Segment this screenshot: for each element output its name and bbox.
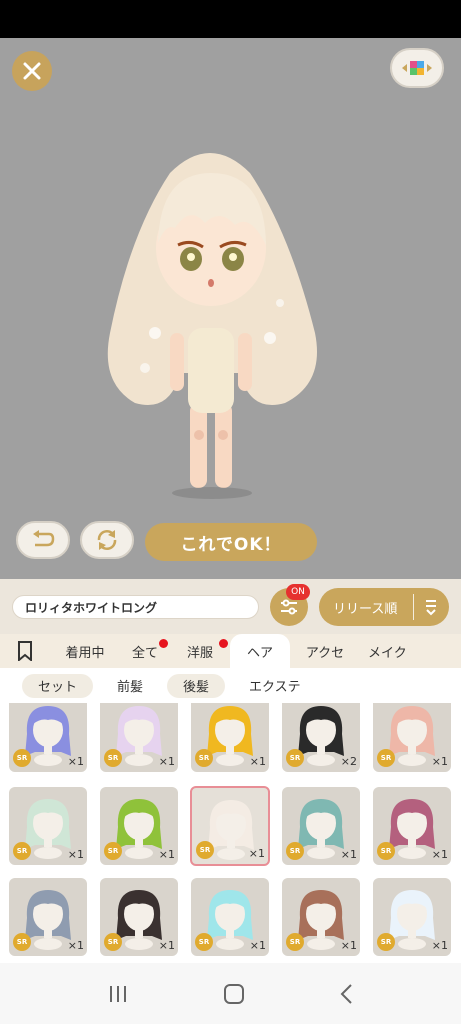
- rarity-badge: SR: [377, 749, 395, 767]
- item-count: ×1: [249, 755, 266, 768]
- subtab-back-hair[interactable]: 後髪: [167, 673, 226, 698]
- rarity-badge: SR: [104, 842, 122, 860]
- item-count: ×2: [340, 755, 357, 768]
- item-count: ×1: [67, 848, 84, 861]
- item-count: ×1: [158, 848, 175, 861]
- item-count: ×1: [249, 939, 266, 952]
- category-tabs: 着用中 全て 洋服 ヘア アクセ メイク: [0, 634, 461, 668]
- subtab-set[interactable]: セット: [22, 673, 94, 698]
- notification-dot: [159, 639, 168, 648]
- tab-clothes[interactable]: 洋服: [170, 634, 230, 668]
- tab-wearing[interactable]: 着用中: [50, 634, 120, 668]
- item-card[interactable]: SR ×1: [9, 878, 87, 956]
- rarity-badge: SR: [13, 842, 31, 860]
- item-card[interactable]: SR ×1: [282, 878, 360, 956]
- rarity-badge: SR: [286, 842, 304, 860]
- item-count: ×1: [431, 848, 448, 861]
- close-icon: [23, 62, 41, 80]
- undo-icon: [33, 530, 55, 547]
- item-card-selected[interactable]: SR ×1: [190, 786, 270, 866]
- item-card[interactable]: SR ×1: [100, 787, 178, 865]
- bookmark-icon: [18, 641, 32, 661]
- refresh-icon: [97, 530, 117, 550]
- avatar-character: [107, 153, 318, 499]
- home-icon[interactable]: [222, 982, 246, 1006]
- item-count: ×1: [340, 939, 357, 952]
- hair-subtabs: セット 前髪 後髪 エクステ: [0, 668, 461, 703]
- rarity-badge: SR: [104, 749, 122, 767]
- item-count: ×1: [158, 939, 175, 952]
- rarity-badge: SR: [286, 933, 304, 951]
- confirm-ok-button[interactable]: これでOK！: [145, 523, 317, 561]
- rarity-badge: SR: [195, 749, 213, 767]
- item-card[interactable]: SR ×1: [373, 787, 451, 865]
- tab-all[interactable]: 全て: [120, 634, 170, 668]
- rarity-badge: SR: [13, 749, 31, 767]
- item-grid: SR ×1 SR ×1 SR ×1 SR ×2 SR ×1 SR ×1 SR ×1 SR ×1 …: [0, 703, 461, 963]
- refresh-button[interactable]: [80, 521, 134, 559]
- rarity-badge: SR: [377, 933, 395, 951]
- item-name-field: ロリィタホワイトロング: [12, 595, 259, 619]
- item-card[interactable]: SR ×1: [373, 703, 451, 772]
- item-count: ×1: [248, 847, 265, 860]
- undo-button[interactable]: [16, 521, 70, 559]
- rarity-badge: SR: [13, 933, 31, 951]
- item-card[interactable]: SR ×1: [9, 703, 87, 772]
- system-nav-bar: [0, 963, 461, 1024]
- layout-button[interactable]: [390, 48, 444, 88]
- subtab-bangs[interactable]: 前髪: [101, 674, 159, 698]
- item-count: ×1: [340, 848, 357, 861]
- rarity-badge: SR: [195, 933, 213, 951]
- item-card[interactable]: SR ×1: [191, 703, 269, 772]
- tab-makeup[interactable]: メイク: [360, 634, 411, 668]
- tab-accessory[interactable]: アクセ: [290, 634, 360, 668]
- tab-bookmark[interactable]: [0, 634, 50, 668]
- filter-on-badge: ON: [286, 584, 310, 600]
- item-count: ×1: [431, 939, 448, 952]
- recents-icon[interactable]: [106, 983, 130, 1005]
- subtab-extension[interactable]: エクステ: [233, 674, 317, 698]
- item-card[interactable]: SR ×1: [191, 878, 269, 956]
- item-card[interactable]: SR ×1: [100, 703, 178, 772]
- item-card[interactable]: SR ×1: [373, 878, 451, 956]
- close-button[interactable]: [12, 51, 52, 91]
- notification-dot: [219, 639, 228, 648]
- rarity-badge: SR: [377, 842, 395, 860]
- item-card[interactable]: SR ×1: [100, 878, 178, 956]
- sort-button[interactable]: リリース順: [319, 588, 449, 626]
- sort-icon: [426, 600, 436, 616]
- rarity-badge: SR: [286, 749, 304, 767]
- status-bar: [0, 0, 461, 38]
- item-count: ×1: [158, 755, 175, 768]
- avatar-stage: これでOK！: [0, 38, 461, 579]
- sort-divider: [413, 594, 414, 620]
- item-count: ×1: [67, 755, 84, 768]
- layout-icon: [402, 61, 432, 75]
- item-count: ×1: [67, 939, 84, 952]
- item-card[interactable]: SR ×1: [9, 787, 87, 865]
- tab-hair[interactable]: ヘア: [230, 634, 290, 668]
- back-icon[interactable]: [339, 982, 355, 1006]
- rarity-badge: SR: [104, 933, 122, 951]
- item-count: ×1: [431, 755, 448, 768]
- item-card[interactable]: SR ×2: [282, 703, 360, 772]
- sort-label: リリース順: [333, 601, 398, 617]
- item-panel: ロリィタホワイトロング ON リリース順 着用中 全て 洋服 ヘア アクセ メイ…: [0, 579, 461, 963]
- item-card[interactable]: SR ×1: [282, 787, 360, 865]
- rarity-badge: SR: [196, 841, 214, 859]
- filter-sliders-icon: [281, 599, 297, 615]
